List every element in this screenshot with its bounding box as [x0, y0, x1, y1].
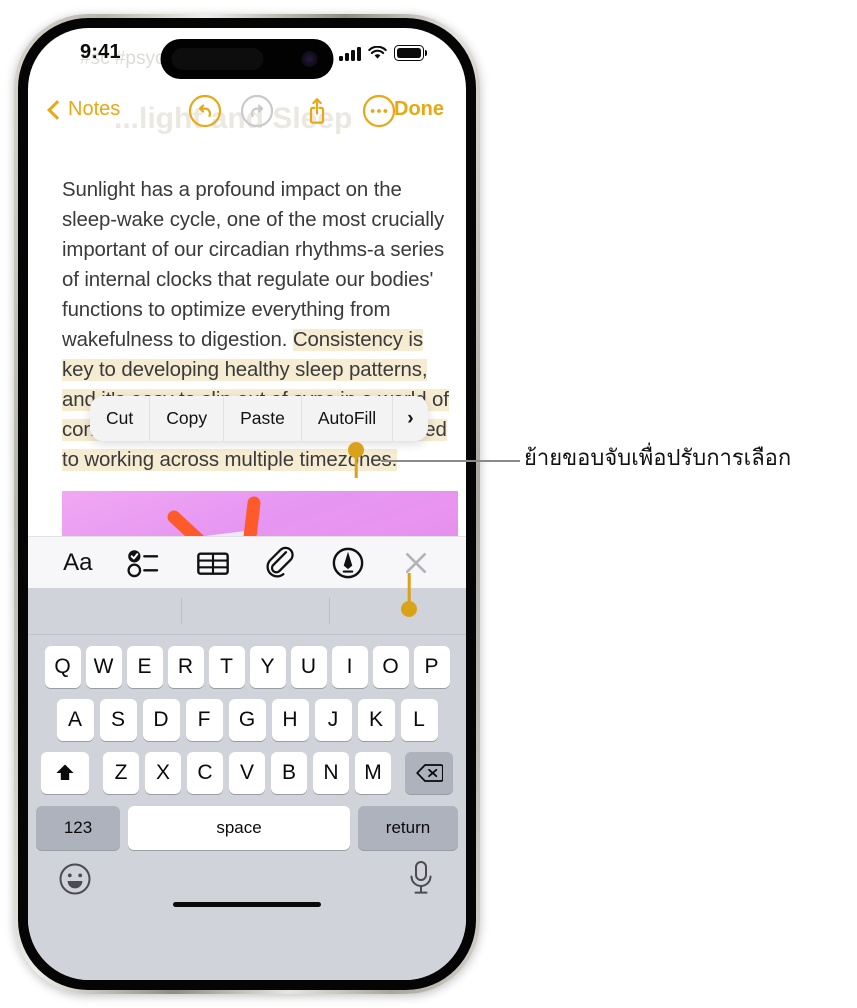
menu-item-cut[interactable]: Cut: [90, 396, 151, 441]
share-icon[interactable]: [300, 94, 334, 128]
key-r[interactable]: R: [167, 646, 204, 688]
selection-handle-start-bar: [354, 450, 358, 478]
key-n[interactable]: N: [313, 752, 349, 794]
key-o[interactable]: O: [372, 646, 409, 688]
key-e[interactable]: E: [126, 646, 163, 688]
checklist-button[interactable]: [125, 543, 165, 583]
key-w[interactable]: W: [85, 646, 122, 688]
home-indicator[interactable]: [173, 902, 321, 907]
key-g[interactable]: G: [228, 699, 266, 741]
keyboard-row-4: 123 space return: [28, 806, 466, 850]
phone-screen: #sc #psyc ...light and Sleep 9:41 Notes …: [28, 28, 466, 980]
delete-backward-icon: [415, 764, 443, 782]
phone-bezel: #sc #psyc ...light and Sleep 9:41 Notes …: [18, 18, 476, 990]
phone-frame: #sc #psyc ...light and Sleep 9:41 Notes …: [14, 14, 480, 994]
keyboard-bottom-bar: [28, 850, 466, 916]
redo-icon: [240, 94, 274, 128]
back-to-notes-button[interactable]: Notes: [47, 98, 121, 121]
emoji-icon[interactable]: [58, 862, 92, 896]
key-c[interactable]: C: [187, 752, 223, 794]
battery-full-icon: [394, 45, 428, 61]
key-h[interactable]: H: [271, 699, 309, 741]
shift-icon: [56, 764, 74, 780]
key-v[interactable]: V: [229, 752, 265, 794]
key-a[interactable]: A: [56, 699, 94, 741]
wifi-icon: [368, 46, 387, 59]
dynamic-island-pill: [171, 48, 264, 70]
microphone-icon[interactable]: [406, 860, 436, 898]
table-button[interactable]: [193, 543, 233, 583]
shift-key[interactable]: [41, 752, 89, 794]
menu-item-paste[interactable]: Paste: [224, 396, 302, 441]
front-camera-icon: [301, 51, 318, 67]
key-j[interactable]: J: [314, 699, 352, 741]
callout-leader-line: [381, 460, 520, 463]
selection-handle-start[interactable]: [348, 442, 364, 478]
status-time: 9:41: [80, 41, 121, 63]
space-key[interactable]: space: [128, 806, 350, 850]
key-l[interactable]: L: [400, 699, 438, 741]
chevron-left-icon: [47, 99, 67, 120]
key-f[interactable]: F: [185, 699, 223, 741]
keyboard-row-1: Q W E R T Y U I O P: [28, 646, 466, 688]
delete-key[interactable]: [405, 752, 453, 794]
text-edit-menu[interactable]: Cut Copy Paste AutoFill ›: [90, 396, 428, 441]
attachment-button[interactable]: [261, 543, 301, 583]
key-y[interactable]: Y: [249, 646, 286, 688]
key-z[interactable]: Z: [103, 752, 139, 794]
text-format-label: Aa: [63, 548, 93, 576]
selection-handle-end-knob: [401, 601, 417, 617]
back-button-label: Notes: [68, 98, 121, 120]
key-k[interactable]: K: [357, 699, 395, 741]
return-key[interactable]: return: [358, 806, 458, 850]
selection-handle-end[interactable]: [401, 573, 417, 617]
status-bar: 9:41: [28, 28, 466, 82]
key-d[interactable]: D: [142, 699, 180, 741]
markup-button[interactable]: [328, 543, 368, 583]
text-format-button[interactable]: Aa: [58, 543, 98, 583]
note-text-unselected: Sunlight has a profound impact on the sl…: [62, 179, 445, 351]
cellular-signal-icon: [339, 47, 361, 61]
menu-more-chevron-icon[interactable]: ›: [393, 396, 427, 441]
predictive-divider: [181, 598, 182, 624]
ellipsis-circle-icon[interactable]: [362, 94, 396, 128]
key-u[interactable]: U: [290, 646, 327, 688]
onscreen-keyboard: Q W E R T Y U I O P A S D F G H J K L Z …: [28, 588, 466, 980]
key-q[interactable]: Q: [44, 646, 81, 688]
keyboard-row-2: A S D F G H J K L: [28, 699, 466, 741]
numbers-key[interactable]: 123: [36, 806, 120, 850]
key-x[interactable]: X: [145, 752, 181, 794]
keyboard-row-3: Z X C V B N M: [28, 752, 466, 794]
key-t[interactable]: T: [208, 646, 245, 688]
undo-icon[interactable]: [188, 94, 222, 128]
key-s[interactable]: S: [99, 699, 137, 741]
callout-label: ย้ายขอบจับเพื่อปรับการเลือก: [524, 446, 792, 471]
dynamic-island: [160, 39, 334, 79]
key-i[interactable]: I: [331, 646, 368, 688]
menu-item-copy[interactable]: Copy: [150, 396, 225, 441]
key-b[interactable]: B: [271, 752, 307, 794]
predictive-divider: [329, 598, 330, 624]
navigation-bar: Notes Done: [28, 92, 466, 142]
key-p[interactable]: P: [413, 646, 450, 688]
done-button[interactable]: Done: [394, 98, 444, 121]
status-indicators: [339, 42, 428, 61]
menu-item-autofill[interactable]: AutoFill: [302, 396, 394, 441]
key-m[interactable]: M: [355, 752, 391, 794]
